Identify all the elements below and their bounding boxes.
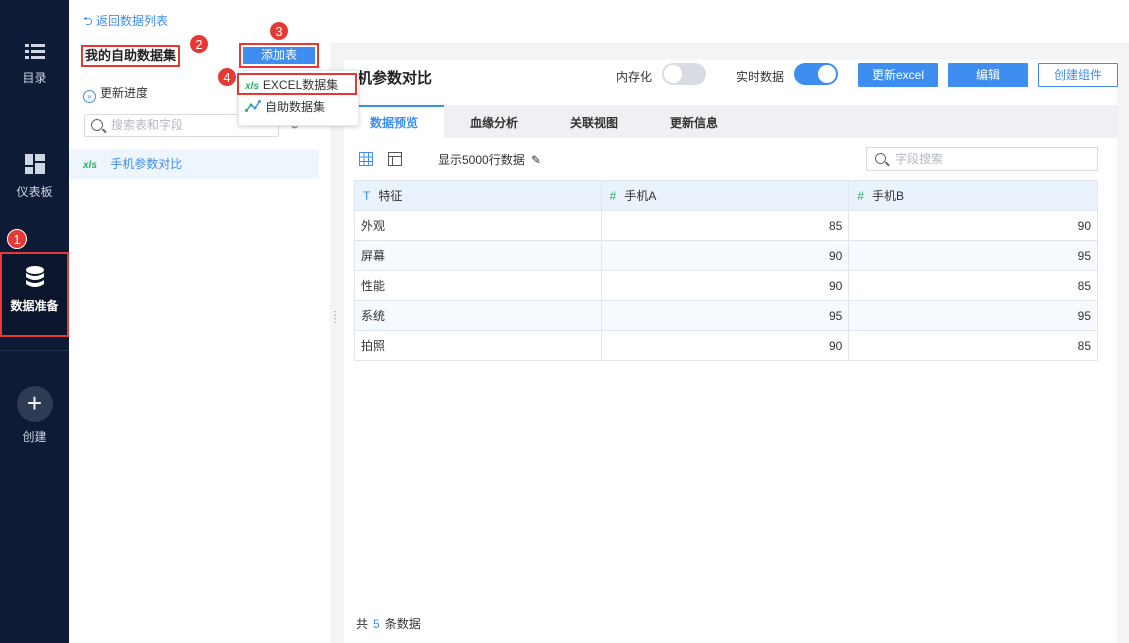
dashboard-icon <box>24 154 45 174</box>
field-search-input[interactable]: 字段搜索 <box>866 147 1098 171</box>
toggle-knob <box>818 65 836 83</box>
nav-divider <box>0 350 69 351</box>
nav-item-catalog[interactable]: 目录 <box>0 44 69 86</box>
xls-icon: xls <box>245 81 259 92</box>
create-component-button[interactable]: 创建组件 <box>1038 63 1118 87</box>
nav-label-data-prep: 数据准备 <box>10 299 59 313</box>
step-marker-2: 2 <box>189 34 209 54</box>
table-cell: 85 <box>600 210 850 241</box>
table-row: 外观 85 90 <box>354 210 1098 241</box>
step-marker-1: 1 <box>7 229 27 249</box>
column-name: 手机A <box>624 189 657 203</box>
table-search-placeholder: 搜索表和字段 <box>111 118 184 132</box>
step-marker-4: 4 <box>217 67 237 87</box>
memory-label: 内存化 <box>616 70 653 84</box>
edit-button[interactable]: 编辑 <box>948 63 1028 87</box>
table-cell: 性能 <box>354 270 602 301</box>
realtime-toggle[interactable] <box>794 63 838 85</box>
tab-bar: 数据预览 血缘分析 关联视图 更新信息 <box>344 105 1117 138</box>
memory-toggle[interactable] <box>662 63 706 85</box>
column-name: 手机B <box>872 189 905 203</box>
rowcount-setting[interactable]: 显示5000行数据 ✎ <box>438 151 541 168</box>
table-list-item[interactable]: xls 手机参数对比 <box>69 149 319 179</box>
record-count: 共 5 条数据 <box>356 615 421 632</box>
record-count-prefix: 共 <box>356 617 369 631</box>
step-marker-3: 3 <box>269 21 289 41</box>
table-cell: 85 <box>848 270 1098 301</box>
table-cell: 95 <box>600 300 850 331</box>
table-header-row: T 特征 # 手机A # 手机B <box>354 180 1098 211</box>
search-icon <box>875 153 886 164</box>
component-title: 机参数对比 <box>357 70 433 87</box>
dataset-title: 我的自助数据集 <box>81 45 181 67</box>
undo-arrow-icon: ⮌ <box>83 14 93 28</box>
grid-view-icon[interactable] <box>359 152 373 166</box>
list-icon <box>24 44 45 59</box>
table-cell: 屏幕 <box>354 240 602 271</box>
record-count-suffix: 条数据 <box>384 617 421 631</box>
data-preview-table: T 特征 # 手机A # 手机B 外观 85 90 屏幕 90 95 性能 90 85… <box>354 180 1098 361</box>
menu-item-label: EXCEL数据集 <box>262 78 339 92</box>
nav-label-catalog: 目录 <box>22 71 47 85</box>
nav-item-dashboard[interactable]: 仪表板 <box>0 154 69 200</box>
number-type-icon: # <box>609 189 617 203</box>
column-header[interactable]: # 手机B <box>848 180 1098 211</box>
table-cell: 系统 <box>354 300 602 331</box>
add-table-button[interactable]: 添加表 <box>243 47 315 64</box>
table-row: 拍照 90 85 <box>354 330 1098 361</box>
tab-lineage[interactable]: 血缘分析 <box>444 105 544 138</box>
tab-data-preview[interactable]: 数据预览 <box>344 105 444 138</box>
tab-update-info[interactable]: 更新信息 <box>644 105 744 138</box>
realtime-label: 实时数据 <box>736 70 785 84</box>
database-icon <box>25 266 44 287</box>
table-cell: 85 <box>848 330 1098 361</box>
table-name: 手机参数对比 <box>110 157 183 171</box>
record-count-number: 5 <box>373 617 380 631</box>
menu-item-self-service-dataset[interactable]: 自助数据集 <box>239 95 358 120</box>
table-row: 性能 90 85 <box>354 270 1098 301</box>
tab-relation-view[interactable]: 关联视图 <box>544 105 644 138</box>
plus-icon: + <box>16 386 53 422</box>
table-cell: 90 <box>848 210 1098 241</box>
menu-item-excel-dataset[interactable]: xls EXCEL数据集 <box>237 73 357 95</box>
update-excel-button[interactable]: 更新excel <box>858 63 938 87</box>
nav-label-create: 创建 <box>22 430 47 444</box>
top-strip <box>330 0 1129 44</box>
table-cell: 外观 <box>354 210 602 241</box>
rowcount-label: 显示5000行数据 <box>438 153 525 167</box>
table-row: 系统 95 95 <box>354 300 1098 331</box>
nav-label-dashboard: 仪表板 <box>16 185 53 199</box>
menu-item-label: 自助数据集 <box>265 100 326 114</box>
table-cell: 拍照 <box>354 330 602 361</box>
table-view-icon[interactable] <box>388 152 402 166</box>
update-progress[interactable]: » 更新进度 <box>83 84 148 103</box>
column-header[interactable]: # 手机A <box>600 180 850 211</box>
table-row: 屏幕 90 95 <box>354 240 1098 271</box>
toggle-knob <box>664 65 682 83</box>
table-cell: 95 <box>848 300 1098 331</box>
search-icon <box>91 119 103 131</box>
progress-icon: » <box>83 90 96 103</box>
panel-resize-handle[interactable]: ⋮ ⋮ <box>330 311 340 325</box>
table-cell: 90 <box>600 240 850 271</box>
table-cell: 90 <box>600 270 850 301</box>
xls-icon: xls <box>83 160 97 171</box>
add-table-dropdown: xls EXCEL数据集 自助数据集 <box>237 70 359 126</box>
field-search-placeholder: 字段搜索 <box>895 152 944 166</box>
column-header[interactable]: T 特征 <box>354 180 602 211</box>
nav-item-create[interactable]: + 创建 <box>0 386 69 445</box>
text-type-icon: T <box>363 189 371 203</box>
nav-item-data-prep[interactable]: 数据准备 <box>0 252 69 337</box>
table-cell: 95 <box>848 240 1098 271</box>
self-service-dataset-icon <box>245 100 261 112</box>
back-label: 返回数据列表 <box>95 14 168 28</box>
column-name: 特征 <box>378 189 403 203</box>
progress-label: 更新进度 <box>100 86 149 100</box>
pencil-icon: ✎ <box>531 153 542 167</box>
number-type-icon: # <box>857 189 864 203</box>
add-table-button-frame: 添加表 <box>239 43 319 68</box>
left-nav: 目录 仪表板 数据准备 + 创建 <box>0 0 69 643</box>
table-cell: 90 <box>600 330 850 361</box>
back-to-list-link[interactable]: ⮌ 返回数据列表 <box>83 12 168 33</box>
